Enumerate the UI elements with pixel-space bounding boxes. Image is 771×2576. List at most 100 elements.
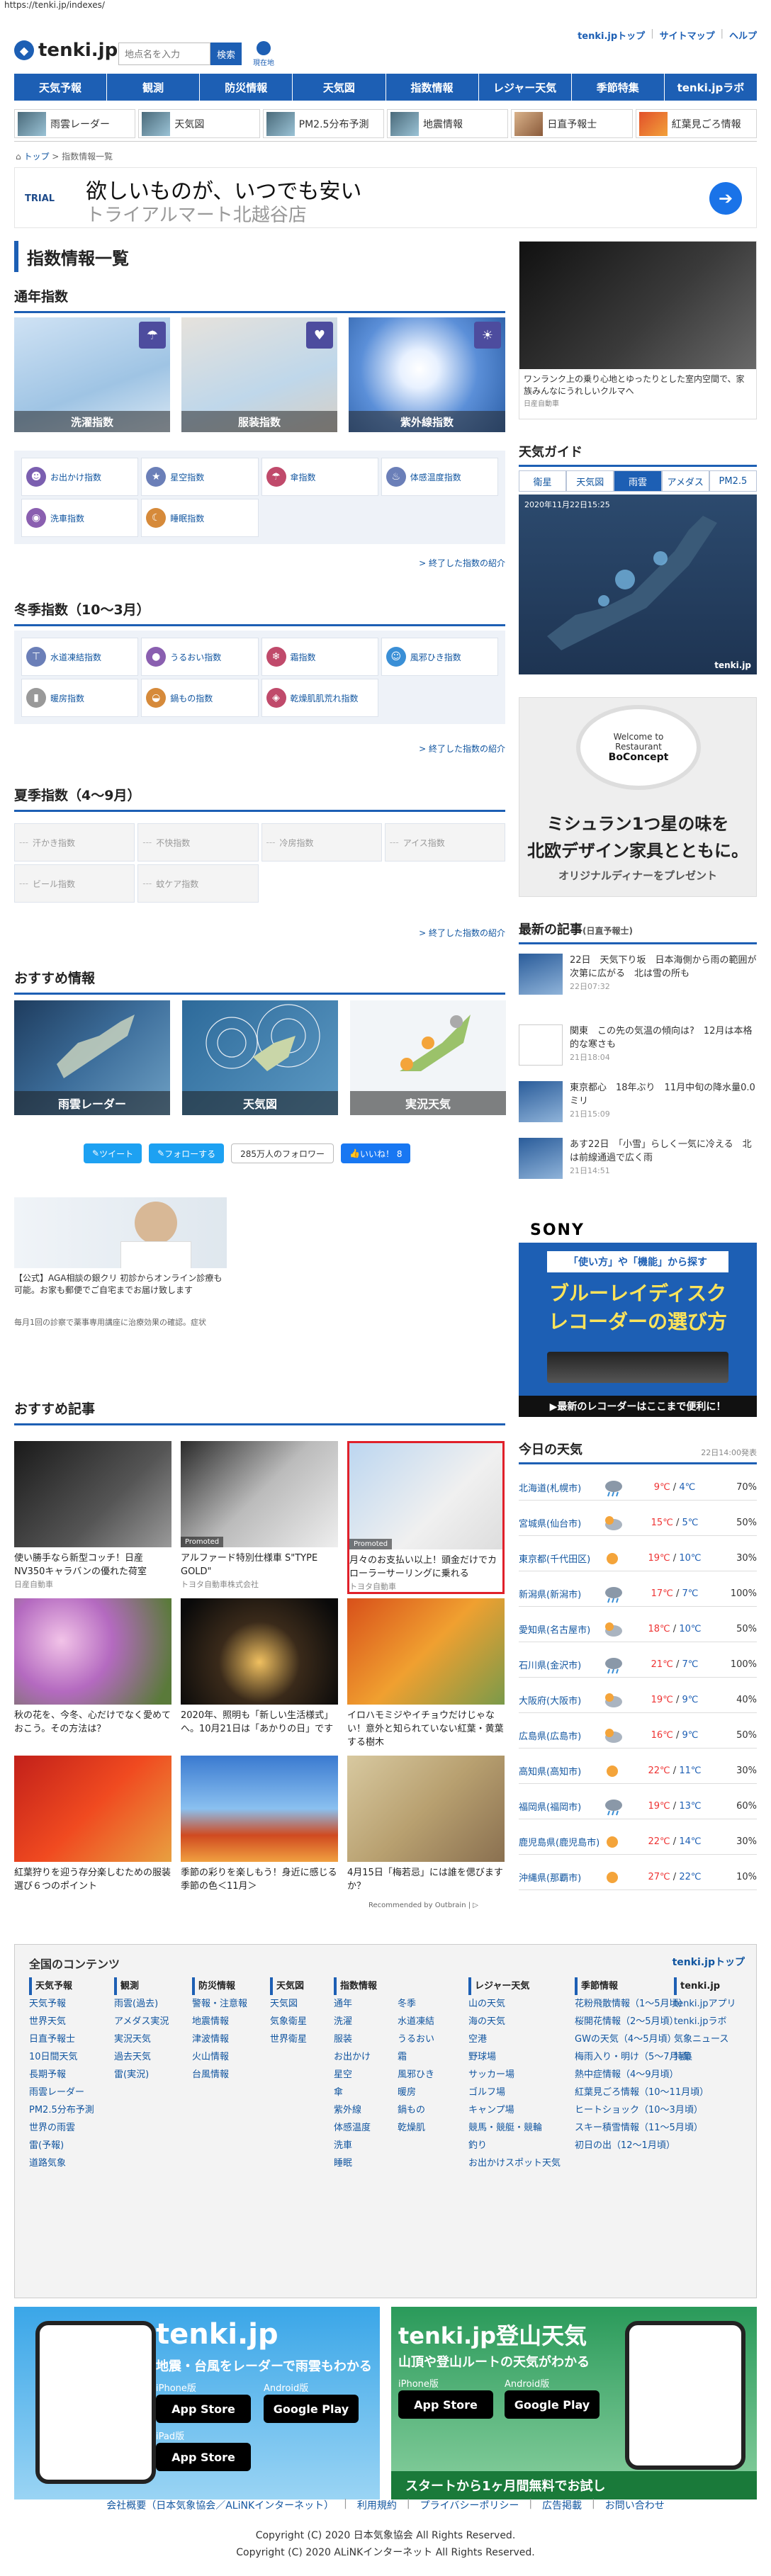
index-danbo[interactable]: ▮ 暖房指数 [21,679,139,717]
subnav-earthquake[interactable]: 地震情報 [386,109,509,138]
winter-more-link[interactable]: > 終了した指数の紹介 [14,742,505,755]
footer-link[interactable]: 地震情報 [192,2013,247,2030]
gnav-observation[interactable]: 観測 [107,74,201,101]
gnav-leisure[interactable]: レジャー天気 [479,74,572,101]
link-ads[interactable]: 広告掲載 [542,2498,582,2519]
index-sensha[interactable]: ◉ 洗車指数 [21,499,139,537]
footer-link[interactable]: 10日間天気 [29,2048,94,2066]
latest-item[interactable]: 東京都心 18年ぶり 11月中旬の降水量0.0ミリ 21日15:09 [519,1081,757,1122]
footer-link[interactable]: アメダス実況 [114,2013,169,2030]
footer-link[interactable]: 天気予報 [29,1995,94,2013]
index-uruoi[interactable]: ● うるおい指数 [141,638,259,676]
footer-link[interactable]: 空港 [468,2030,561,2048]
search-button[interactable]: 検索 [210,43,242,65]
footer-link[interactable]: tenki.jpラボ [674,2013,736,2030]
footer-link[interactable]: サッカー場 [468,2066,561,2084]
footer-link[interactable]: お出かけ [334,2048,377,2066]
footer-link[interactable]: 熱中症情報（4～9月頃） [575,2066,709,2084]
article-card[interactable]: Promoted アルファード特別仕様車 S"TYPE GOLD" トヨタ自動車… [181,1441,338,1590]
footer-link[interactable]: 冬季 [398,1995,434,2013]
footer-link[interactable]: 鍋もの [398,2101,434,2119]
footer-link[interactable]: 気象衛星 [270,2013,307,2030]
city-weather-row[interactable]: 高知県(高知市) 22℃ / 11℃ 30% [519,1758,757,1784]
footer-link[interactable]: 洗濯 [334,2013,377,2030]
footer-link[interactable]: 天気図 [270,1995,307,2013]
summer-more-link[interactable]: > 終了した指数の紹介 [14,927,505,939]
footer-link[interactable]: うるおい [398,2030,434,2048]
link-company[interactable]: 会社概要（日本気象協会／ALiNKインターネット） [106,2498,334,2519]
appstore-ipad-button[interactable]: App Store [156,2443,251,2471]
latest-item[interactable]: あす22日 「小雪」らしく一気に冷える 北は前線通過で広く雨 21日14:51 [519,1138,757,1179]
tozan-googleplay-button[interactable]: Google Play [505,2390,600,2419]
tab-pm25[interactable]: PM2.5 [709,470,758,492]
city-weather-row[interactable]: 東京都(千代田区) 19℃ / 10℃ 30% [519,1546,757,1571]
recommend-radar[interactable]: 雨雲レーダー [14,1000,170,1115]
article-card[interactable]: 4月15日「梅若忌」には誰を偲びますか？ [347,1756,505,1893]
side-ad-boconcept[interactable]: Welcome to Restaurant BoConcept ミシュラン1つ星… [519,697,757,897]
side-ad-car[interactable]: ワンランク上の乗り心地とゆったりとした室内空間で、家族みんなにうれしいクルマへ … [519,241,757,419]
like-button[interactable]: 👍 いいね！ 8 [341,1143,411,1163]
toplink-sitemap[interactable]: サイトマップ [660,28,715,42]
footer-link[interactable]: ヒートショック（10～3月頃） [575,2101,709,2119]
footer-link[interactable]: 通年 [334,1995,377,2013]
city-weather-row[interactable]: 新潟県(新潟市) 17℃ / 7℃ 100% [519,1581,757,1607]
index-shimo[interactable]: ❄ 霜指数 [261,638,378,676]
article-card[interactable]: Promoted 月々のお支払い以上！頭金だけでカローラーサーリングに乗れる ト… [347,1441,505,1594]
footer-link[interactable]: 特集 [674,2048,736,2066]
city-weather-row[interactable]: 愛知県(名古屋市) 18℃ / 10℃ 50% [519,1617,757,1642]
footer-link[interactable]: 霜 [398,2048,434,2066]
outbrain-credit[interactable]: Recommended by Outbrain | ▷ [368,1902,478,1909]
follow-button[interactable]: ✎ フォローする [149,1143,225,1163]
article-card[interactable]: 紅葉狩りを迎う存分楽しむための服装選び６つのポイント [14,1756,171,1893]
gnav-lab[interactable]: tenki.jpラボ [665,74,757,101]
subnav-radar[interactable]: 雨雲レーダー [14,109,136,138]
subnav-autumn-leaves[interactable]: 紅葉見ごろ情報 [635,109,757,138]
gnav-season[interactable]: 季節特集 [572,74,665,101]
subnav-forecaster[interactable]: 日直予報士 [511,109,633,138]
footer-link[interactable]: 日直予報士 [29,2030,94,2048]
footer-link[interactable]: 世界の雨雲 [29,2119,94,2137]
footer-link[interactable]: 初日の出（12～1月頃） [575,2137,709,2154]
footer-link[interactable]: 世界天気 [29,2013,94,2030]
footer-link[interactable]: 競馬・競艇・競輪 [468,2119,561,2137]
app-banner-tenki[interactable]: tenki.jp 地震・台風をレーダーで雨雲もわかる iPhone版 App S… [14,2307,380,2499]
footer-link[interactable]: 睡眠 [334,2154,377,2172]
footer-link[interactable]: 山の天気 [468,1995,561,2013]
gnav-forecast[interactable]: 天気予報 [14,74,108,101]
tsunen-more-link[interactable]: > 終了した指数の紹介 [14,557,505,569]
index-odekake[interactable]: ☻ お出かけ指数 [21,458,139,496]
footer-link[interactable]: 火山情報 [192,2048,247,2066]
city-weather-row[interactable]: 石川県(金沢市) 21℃ / 7℃ 100% [519,1652,757,1678]
footer-link[interactable]: 服装 [334,2030,377,2048]
article-card[interactable]: 2020年、照明も「新しい生活様式」へ。10月21日は「あかりの日」です [181,1598,338,1736]
mid-ad-text[interactable]: 【公式】AGA相談の銀クリ 初診からオンライン診療も可能。お家も郵便でご自宅まで… [14,1272,227,1297]
tab-rain-cloud[interactable]: 雨雲 [614,470,662,492]
footer-link[interactable]: 体感温度 [334,2119,377,2137]
arrow-right-icon[interactable]: ➔ [709,182,742,215]
footer-link[interactable]: 警報・注意報 [192,1995,247,2013]
footer-link[interactable]: 雷(予報) [29,2137,94,2154]
tab-satellite[interactable]: 衛星 [519,470,567,492]
tweet-button[interactable]: ✎ ツイート [84,1143,142,1163]
top-ad-banner[interactable]: TRIAL 欲しいものが、いつでも安い トライアルマート北越谷店 ➔ [14,167,757,228]
subnav-chart[interactable]: 天気図 [138,109,260,138]
footer-link[interactable]: 雨雲(過去) [114,1995,169,2013]
tozan-appstore-button[interactable]: App Store [398,2390,493,2419]
city-weather-row[interactable]: 北海道(札幌市) 9℃ / 4℃ 70% [519,1475,757,1501]
tile-uv[interactable]: ☀ 紫外線指数 [349,317,505,432]
footer-link[interactable]: 釣り [468,2137,561,2154]
footer-link[interactable]: 過去天気 [114,2048,169,2066]
article-card[interactable]: イロハモミジやイチョウだけじゃない！意外と知られていない紅葉・黄葉する樹木 [347,1598,505,1749]
footer-link[interactable]: 星空 [334,2066,377,2084]
footer-link[interactable]: PM2.5分布予測 [29,2101,94,2119]
footer-link[interactable]: 津波情報 [192,2030,247,2048]
city-weather-row[interactable]: 沖縄県(那覇市) 27℃ / 22℃ 10% [519,1865,757,1890]
googleplay-button[interactable]: Google Play [264,2395,359,2423]
recommend-current-weather[interactable]: 実況天気 [350,1000,506,1115]
index-taikan[interactable]: ♨ 体感温度指数 [381,458,498,496]
link-contact[interactable]: お問い合わせ [605,2498,665,2519]
current-location-button[interactable]: 現在地 [248,41,279,68]
index-suimin[interactable]: ☾ 睡眠指数 [141,499,259,537]
recommend-weather-map[interactable]: 天気図 [182,1000,338,1115]
footer-link[interactable]: 世界衛星 [270,2030,307,2048]
